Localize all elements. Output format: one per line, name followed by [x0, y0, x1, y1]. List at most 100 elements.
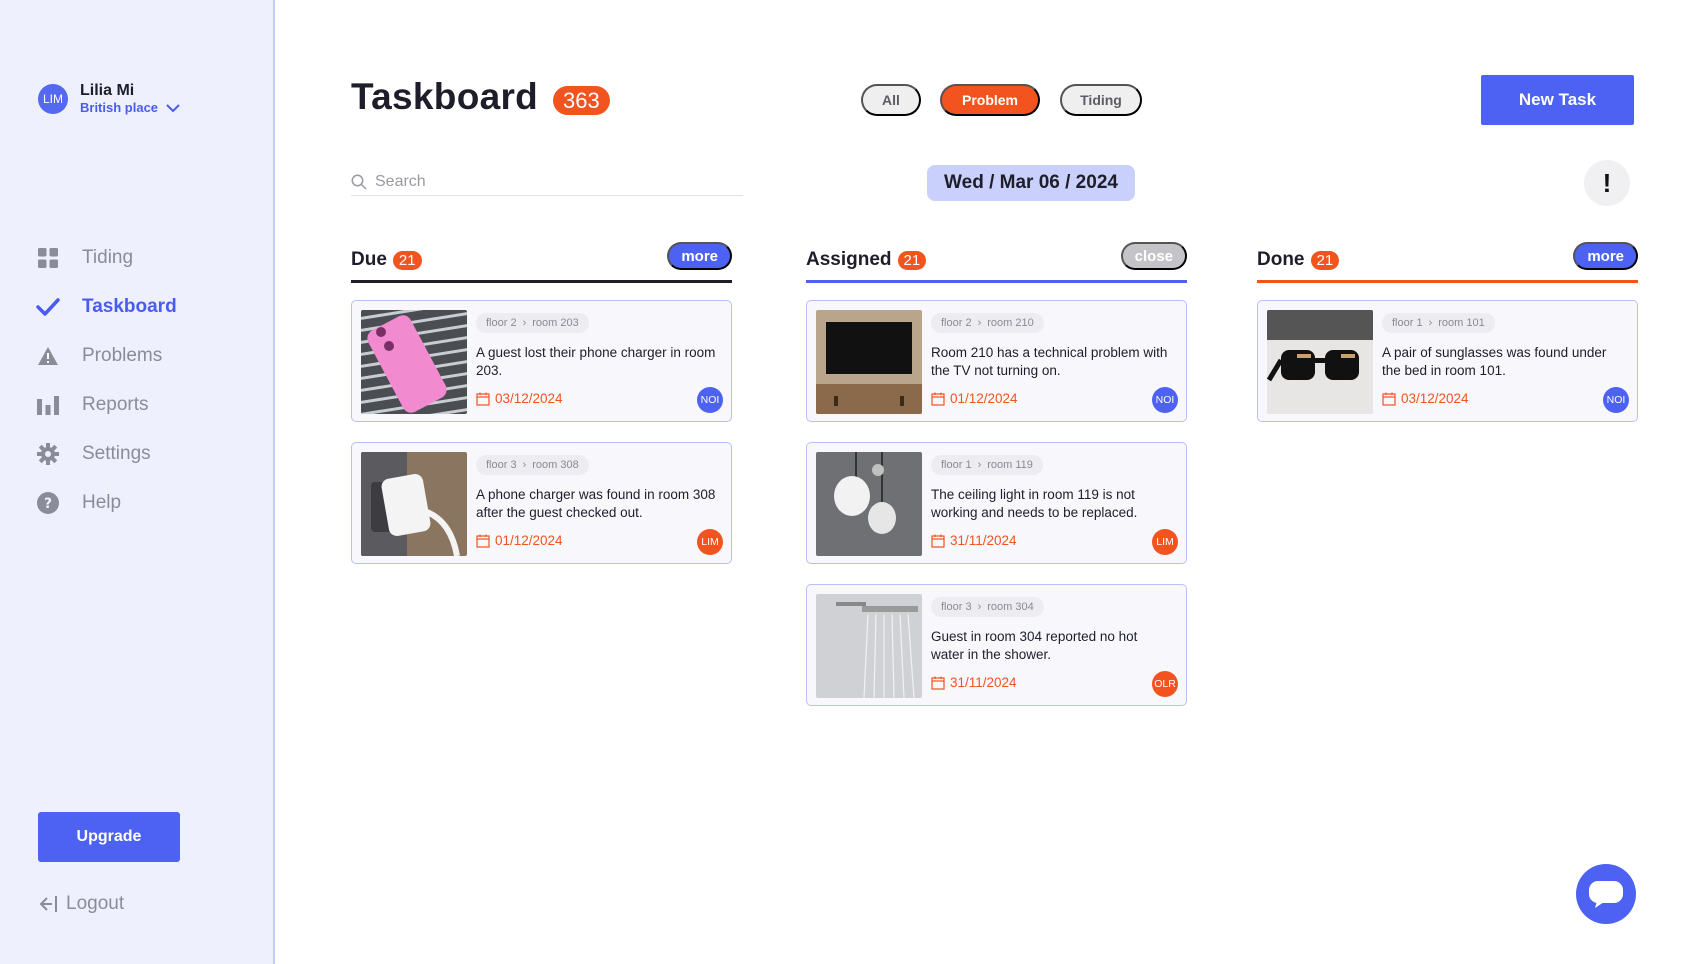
- breadcrumb: floor 3 › room 308: [476, 455, 589, 475]
- task-image-shower: [816, 594, 922, 698]
- chevron-right-icon: ›: [977, 459, 982, 471]
- assignee-avatar[interactable]: NOI: [1152, 387, 1178, 413]
- due-date-text: 31/11/2024: [950, 533, 1017, 548]
- new-task-button[interactable]: New Task: [1481, 75, 1634, 125]
- task-card[interactable]: floor 2 › room 203 A guest lost their ph…: [351, 300, 732, 422]
- column-header: Assigned 21 close: [806, 240, 1187, 280]
- task-image-tv: [816, 310, 922, 414]
- page-title: Taskboard: [351, 76, 539, 117]
- column-divider: [1257, 280, 1638, 283]
- chevron-right-icon: ›: [522, 317, 527, 329]
- task-card[interactable]: floor 1 › room 101 A pair of sunglasses …: [1257, 300, 1638, 422]
- close-button[interactable]: close: [1120, 242, 1187, 270]
- user-switcher[interactable]: LIM Lilia Mi British place: [38, 82, 180, 116]
- more-button[interactable]: more: [667, 242, 732, 270]
- crumb-floor: floor 1: [1392, 317, 1423, 329]
- sidebar-item-tiding[interactable]: Tiding: [36, 244, 177, 272]
- user-place[interactable]: British place: [80, 100, 180, 116]
- sidebar-item-label: Taskboard: [82, 296, 177, 317]
- sidebar-item-settings[interactable]: Settings: [36, 440, 177, 468]
- due-date: 31/11/2024: [931, 533, 1017, 548]
- sidebar-item-taskboard[interactable]: Taskboard: [36, 293, 177, 321]
- sidebar-item-reports[interactable]: Reports: [36, 391, 177, 419]
- calendar-icon: [931, 676, 945, 690]
- column-count-badge: 21: [1310, 250, 1340, 270]
- task-description: A phone charger was found in room 308 af…: [476, 487, 716, 520]
- gear-icon: [36, 442, 60, 466]
- sidebar-nav: Tiding Taskboard Problems Reports Settin…: [36, 244, 177, 538]
- svg-text:?: ?: [44, 496, 52, 512]
- crumb-room: room 119: [987, 459, 1033, 471]
- breadcrumb: floor 3 › room 304: [931, 597, 1044, 617]
- crumb-floor: floor 3: [486, 459, 517, 471]
- task-description: Room 210 has a technical problem with th…: [931, 345, 1168, 378]
- assignee-avatar[interactable]: LIM: [1152, 529, 1178, 555]
- assignee-avatar[interactable]: NOI: [1603, 387, 1629, 413]
- column-count-badge: 21: [897, 250, 927, 270]
- task-image-sunglasses: [1267, 310, 1373, 414]
- due-date: 01/12/2024: [476, 533, 563, 548]
- chevron-right-icon: ›: [522, 459, 527, 471]
- column-title: Done: [1257, 249, 1305, 270]
- chevron-right-icon: ›: [977, 601, 982, 613]
- sidebar-item-label: Problems: [82, 345, 163, 366]
- sidebar-item-problems[interactable]: Problems: [36, 342, 177, 370]
- calendar-icon: [476, 392, 490, 406]
- sidebar-item-label: Reports: [82, 394, 149, 415]
- alert-button[interactable]: !: [1584, 160, 1630, 206]
- search-input[interactable]: [375, 172, 715, 191]
- task-description: A guest lost their phone charger in room…: [476, 345, 716, 378]
- due-date-text: 03/12/2024: [495, 391, 563, 406]
- column-header: Done 21 more: [1257, 240, 1638, 280]
- crumb-floor: floor 2: [941, 317, 972, 329]
- task-count-badge: 363: [553, 86, 610, 115]
- calendar-icon: [476, 534, 490, 548]
- column-count-badge: 21: [392, 250, 422, 270]
- due-date: 03/12/2024: [476, 391, 563, 406]
- crumb-floor: floor 3: [941, 601, 972, 613]
- task-card[interactable]: floor 3 › room 308 A phone charger was f…: [351, 442, 732, 564]
- assignee-avatar[interactable]: OLR: [1152, 671, 1178, 697]
- task-card[interactable]: floor 1 › room 119 The ceiling light in …: [806, 442, 1187, 564]
- filter-all[interactable]: All: [861, 84, 921, 116]
- sidebar: LIM Lilia Mi British place Tiding Taskbo…: [0, 0, 275, 964]
- question-icon: ?: [36, 491, 60, 515]
- date-selector[interactable]: Wed / Mar 06 / 2024: [927, 165, 1135, 201]
- logout-link[interactable]: Logout: [38, 893, 124, 915]
- task-card[interactable]: floor 3 › room 304 Guest in room 304 rep…: [806, 584, 1187, 706]
- due-date-text: 01/12/2024: [495, 533, 563, 548]
- due-date: 03/12/2024: [1382, 391, 1469, 406]
- bar-chart-icon: [36, 393, 60, 417]
- crumb-floor: floor 1: [941, 459, 972, 471]
- avatar: LIM: [38, 84, 68, 114]
- crumb-room: room 304: [987, 601, 1034, 613]
- assignee-avatar[interactable]: NOI: [697, 387, 723, 413]
- column-title: Due: [351, 249, 387, 270]
- task-card[interactable]: floor 2 › room 210 Room 210 has a techni…: [806, 300, 1187, 422]
- sidebar-item-help[interactable]: ? Help: [36, 489, 177, 517]
- crumb-room: room 210: [987, 317, 1034, 329]
- sidebar-item-label: Settings: [82, 443, 151, 464]
- chevron-down-icon: [166, 103, 180, 112]
- search-icon: [351, 174, 367, 190]
- task-image-phone: [361, 310, 467, 414]
- chat-bubble-icon: [1589, 881, 1623, 908]
- sidebar-item-label: Tiding: [82, 247, 134, 268]
- column-due: Due 21 more floor 2 › room 203 A guest l…: [351, 240, 732, 584]
- crumb-room: room 308: [532, 459, 579, 471]
- breadcrumb: floor 1 › room 101: [1382, 313, 1495, 333]
- task-description: A pair of sunglasses was found under the…: [1382, 345, 1607, 378]
- assignee-avatar[interactable]: LIM: [697, 529, 723, 555]
- upgrade-button[interactable]: Upgrade: [38, 812, 180, 862]
- filter-problem[interactable]: Problem: [940, 84, 1040, 116]
- more-button[interactable]: more: [1573, 242, 1638, 270]
- filter-tiding[interactable]: Tiding: [1060, 84, 1142, 116]
- chat-button[interactable]: [1576, 864, 1636, 924]
- grid-icon: [36, 246, 60, 270]
- column-done: Done 21 more floor 1 › room 101 A pair o…: [1257, 240, 1638, 442]
- crumb-room: room 101: [1438, 317, 1485, 329]
- breadcrumb: floor 2 › room 203: [476, 313, 589, 333]
- task-description: The ceiling light in room 119 is not wor…: [931, 487, 1138, 520]
- calendar-icon: [931, 392, 945, 406]
- task-description: Guest in room 304 reported no hot water …: [931, 629, 1138, 662]
